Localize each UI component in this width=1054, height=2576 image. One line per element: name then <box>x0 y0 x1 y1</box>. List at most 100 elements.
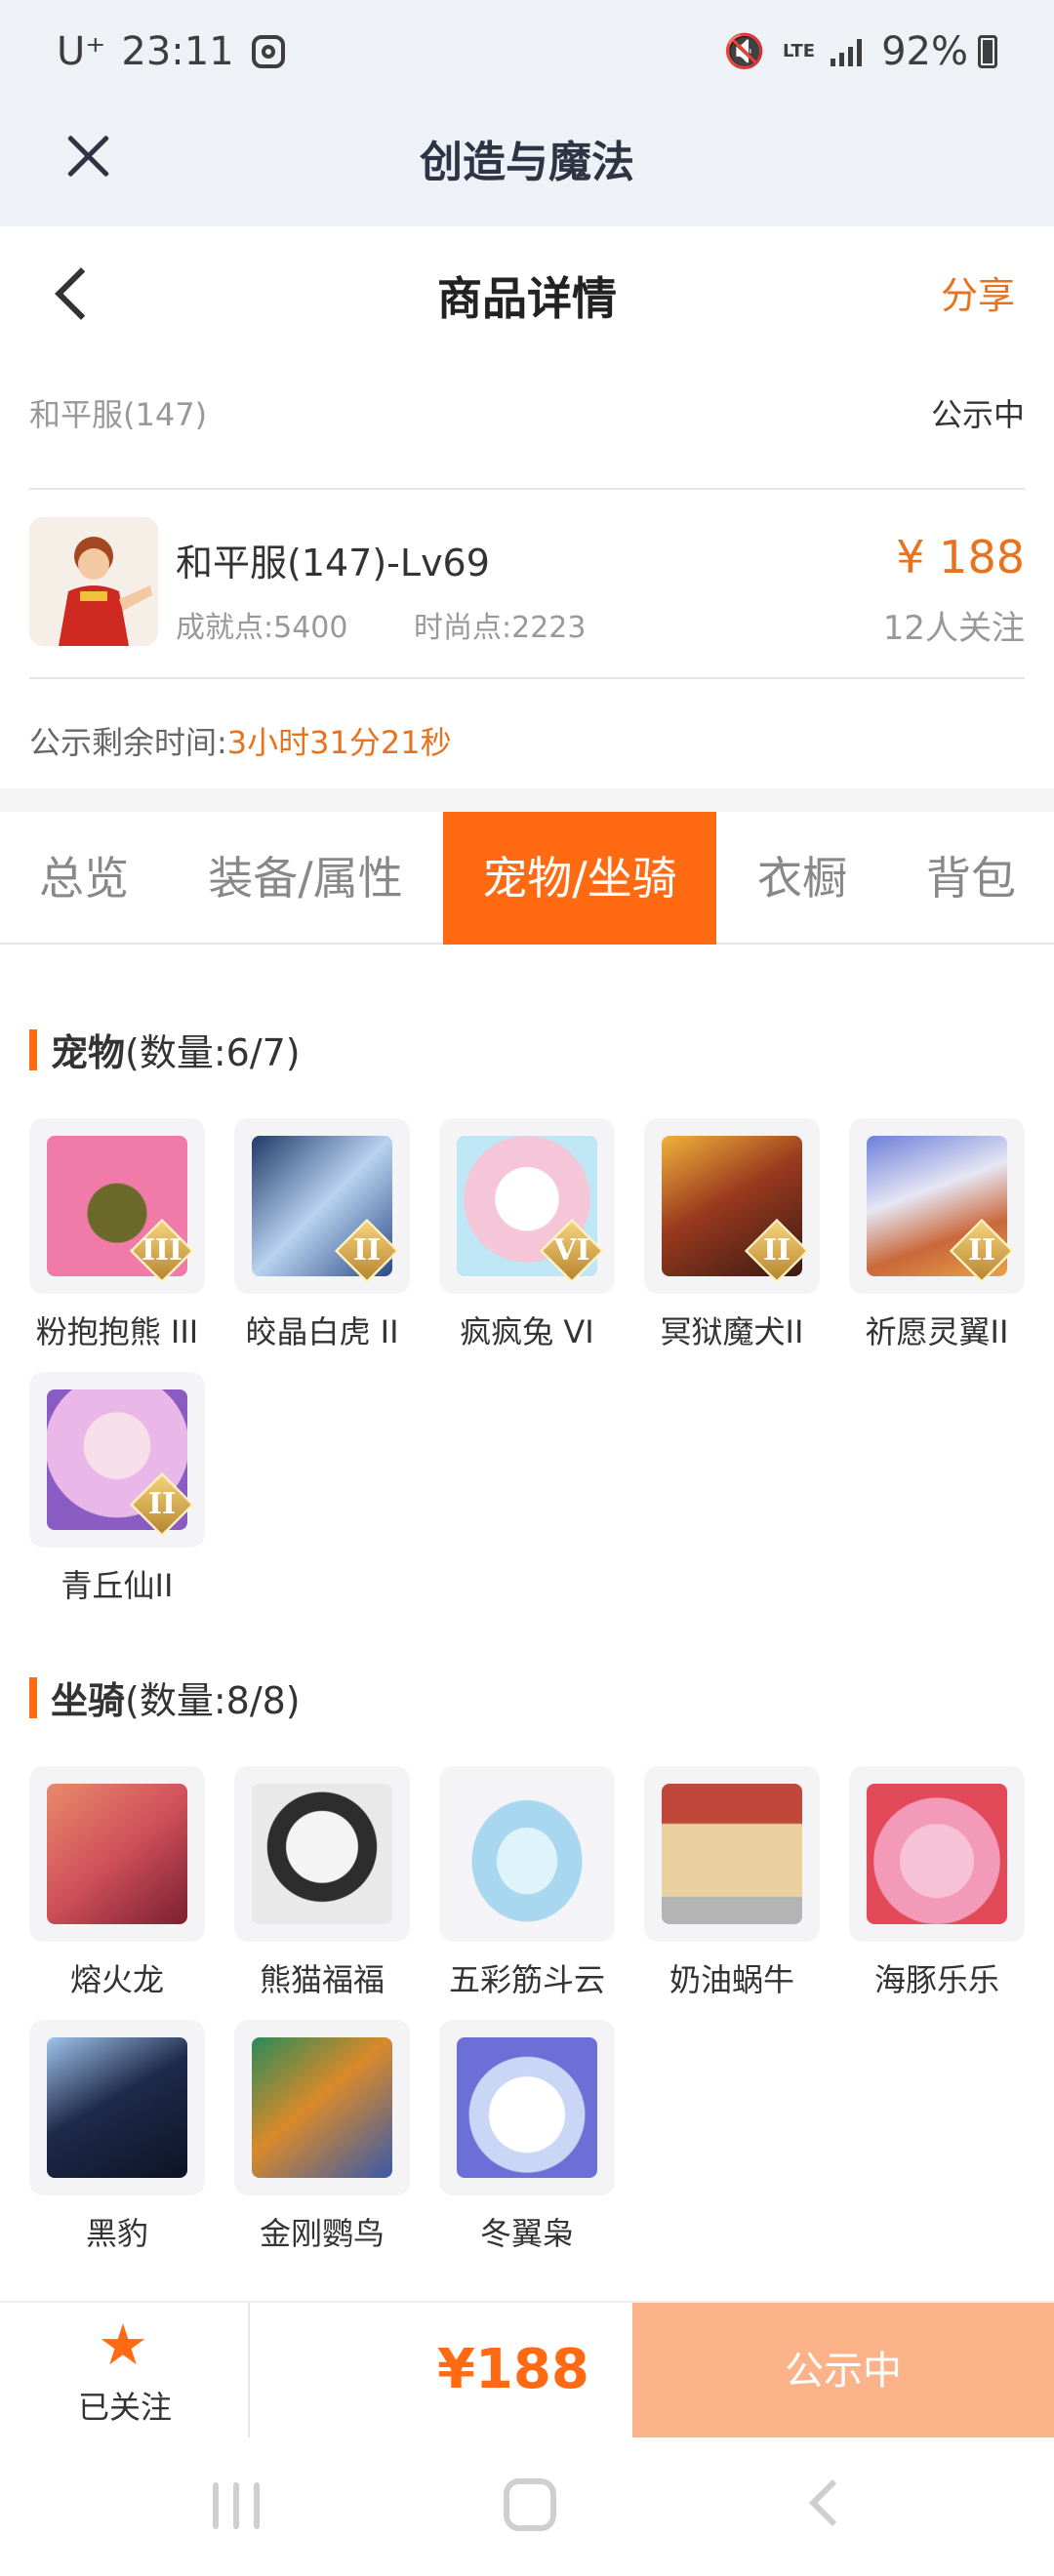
mount-name: 奶油蜗牛 <box>669 1961 794 1998</box>
network-type: LTE <box>783 41 816 61</box>
pet-thumbnail: II <box>849 1118 1025 1294</box>
cloud-image <box>457 1784 597 1924</box>
countdown-value: 3小时31分21秒 <box>226 724 452 761</box>
rank-label: VI <box>553 1233 590 1268</box>
pet-name: 皎晶白虎 II <box>245 1313 399 1350</box>
product-stats: 成就点:5400 时尚点:2223 <box>176 603 642 646</box>
status-action-button[interactable]: 公示中 <box>632 2303 1054 2439</box>
section-gap <box>0 788 1054 812</box>
app-bar: 创造与魔法 <box>0 107 1054 226</box>
mount-item[interactable]: 奶油蜗牛 <box>644 1766 820 2000</box>
mounts-count: (数量:8/8) <box>125 1679 301 1722</box>
server-row: 和平服(147) 公示中 <box>29 390 1025 435</box>
mount-thumbnail <box>439 2020 615 2195</box>
mount-name: 海豚乐乐 <box>873 1961 999 1998</box>
home-icon[interactable] <box>504 2478 556 2531</box>
mount-thumbnail <box>644 1766 820 1942</box>
share-button[interactable]: 分享 <box>941 265 1015 319</box>
pet-thumbnail: II <box>234 1118 410 1294</box>
rank-label: II <box>762 1233 791 1268</box>
signal-icon <box>831 37 866 66</box>
tab-overview[interactable]: 总览 <box>0 812 168 945</box>
macaw-image <box>252 2037 392 2178</box>
mount-thumbnail <box>234 2020 410 2195</box>
recent-apps-icon[interactable] <box>213 2482 260 2529</box>
divider <box>29 488 1025 490</box>
pet-item[interactable]: II 冥狱魔犬II <box>644 1118 820 1352</box>
mute-icon: 🔇 <box>723 32 766 71</box>
pet-thumbnail: VI <box>439 1118 615 1294</box>
product-card[interactable]: 和平服(147)-Lv69 成就点:5400 时尚点:2223 ¥ 188 12… <box>29 517 1025 654</box>
mount-item[interactable]: 熔火龙 <box>29 1766 205 2000</box>
mounts-section-title: 坐骑 (数量:8/8) <box>29 1670 301 1724</box>
follow-label: 已关注 <box>77 2389 172 2426</box>
winter-owl-image <box>457 2037 597 2178</box>
status-right: 🔇 LTE 92% <box>724 29 997 74</box>
fashion-points: 时尚点:2223 <box>414 611 587 645</box>
clock: 23:11 <box>121 29 234 74</box>
tab-backpack[interactable]: 背包 <box>888 812 1054 945</box>
pet-name: 粉抱抱熊 III <box>35 1313 199 1350</box>
star-icon: ★ <box>98 2312 148 2378</box>
system-nav-bar <box>0 2437 1054 2576</box>
pet-name: 祈愿灵翼II <box>865 1313 1009 1350</box>
status-bar: U⁺ 23:11 🔇 LTE 92% <box>0 0 1054 107</box>
mount-name: 熔火龙 <box>69 1961 164 1998</box>
nav-back-icon[interactable] <box>808 2478 857 2527</box>
panda-image <box>252 1784 392 1924</box>
pets-title: 宠物 <box>51 1031 126 1074</box>
black-panther-image <box>47 2037 187 2178</box>
follower-count: 12人关注 <box>882 609 1025 648</box>
follow-button[interactable]: ★ 已关注 <box>0 2303 250 2439</box>
pet-name: 疯疯兔 VI <box>460 1313 594 1350</box>
section-accent <box>29 1676 37 1718</box>
pet-thumbnail: III <box>29 1118 205 1294</box>
pet-thumbnail: II <box>644 1118 820 1294</box>
magma-dragon-image <box>47 1784 187 1924</box>
pet-name: 青丘仙II <box>61 1567 174 1604</box>
status-left: U⁺ 23:11 <box>57 29 285 74</box>
carrier-label: U⁺ <box>57 29 106 74</box>
tab-equipment[interactable]: 装备/属性 <box>168 812 443 945</box>
mount-name: 金刚鹦鸟 <box>259 2215 385 2252</box>
mount-item[interactable]: 黑豹 <box>29 2020 205 2254</box>
achievement-points: 成就点:5400 <box>176 611 348 645</box>
mount-item[interactable]: 熊猫福福 <box>234 1766 410 2000</box>
bottom-action-bar: ★ 已关注 ¥188 公示中 <box>0 2301 1054 2439</box>
dolphin-image <box>867 1784 1007 1924</box>
rank-label: II <box>967 1233 996 1268</box>
server-name: 和平服(147) <box>29 396 208 433</box>
cream-snail-image <box>662 1784 802 1924</box>
battery-icon <box>978 35 997 68</box>
countdown: 公示剩余时间:3小时31分21秒 <box>29 718 452 763</box>
tab-bar: 总览 装备/属性 宠物/坐骑 衣橱 背包 <box>0 812 1054 945</box>
app-title: 创造与魔法 <box>420 138 634 187</box>
tab-pets-mounts[interactable]: 宠物/坐骑 <box>443 812 716 945</box>
mount-thumbnail <box>849 1766 1025 1942</box>
pets-section-title: 宠物 (数量:6/7) <box>29 1023 301 1076</box>
pet-item[interactable]: II 青丘仙II <box>29 1372 205 1606</box>
pet-item[interactable]: VI 疯疯兔 VI <box>439 1118 615 1352</box>
rank-label: II <box>147 1487 177 1521</box>
tab-wardrobe[interactable]: 衣橱 <box>716 812 888 945</box>
pet-item[interactable]: II 皎晶白虎 II <box>234 1118 410 1352</box>
pet-item[interactable]: II 祈愿灵翼II <box>849 1118 1025 1352</box>
mount-item[interactable]: 冬翼枭 <box>439 2020 615 2254</box>
pet-item[interactable]: III 粉抱抱熊 III <box>29 1118 205 1352</box>
product-price: ¥ 188 <box>896 531 1025 584</box>
mount-name: 熊猫福福 <box>259 1961 385 1998</box>
pet-thumbnail: II <box>29 1372 205 1548</box>
pet-name: 冥狱魔犬II <box>660 1313 804 1350</box>
product-name: 和平服(147)-Lv69 <box>176 542 490 584</box>
mount-name: 黑豹 <box>85 2215 148 2252</box>
rank-label: II <box>352 1233 382 1268</box>
mount-thumbnail <box>29 2020 205 2195</box>
mount-item[interactable]: 金刚鹦鸟 <box>234 2020 410 2254</box>
mount-item[interactable]: 五彩筋斗云 <box>439 1766 615 2000</box>
listing-status: 公示中 <box>930 396 1025 433</box>
mount-thumbnail <box>439 1766 615 1942</box>
mount-name: 五彩筋斗云 <box>448 1961 605 1998</box>
mounts-title: 坐骑 <box>51 1679 126 1722</box>
mount-name: 冬翼枭 <box>479 2215 574 2252</box>
mount-item[interactable]: 海豚乐乐 <box>849 1766 1025 2000</box>
